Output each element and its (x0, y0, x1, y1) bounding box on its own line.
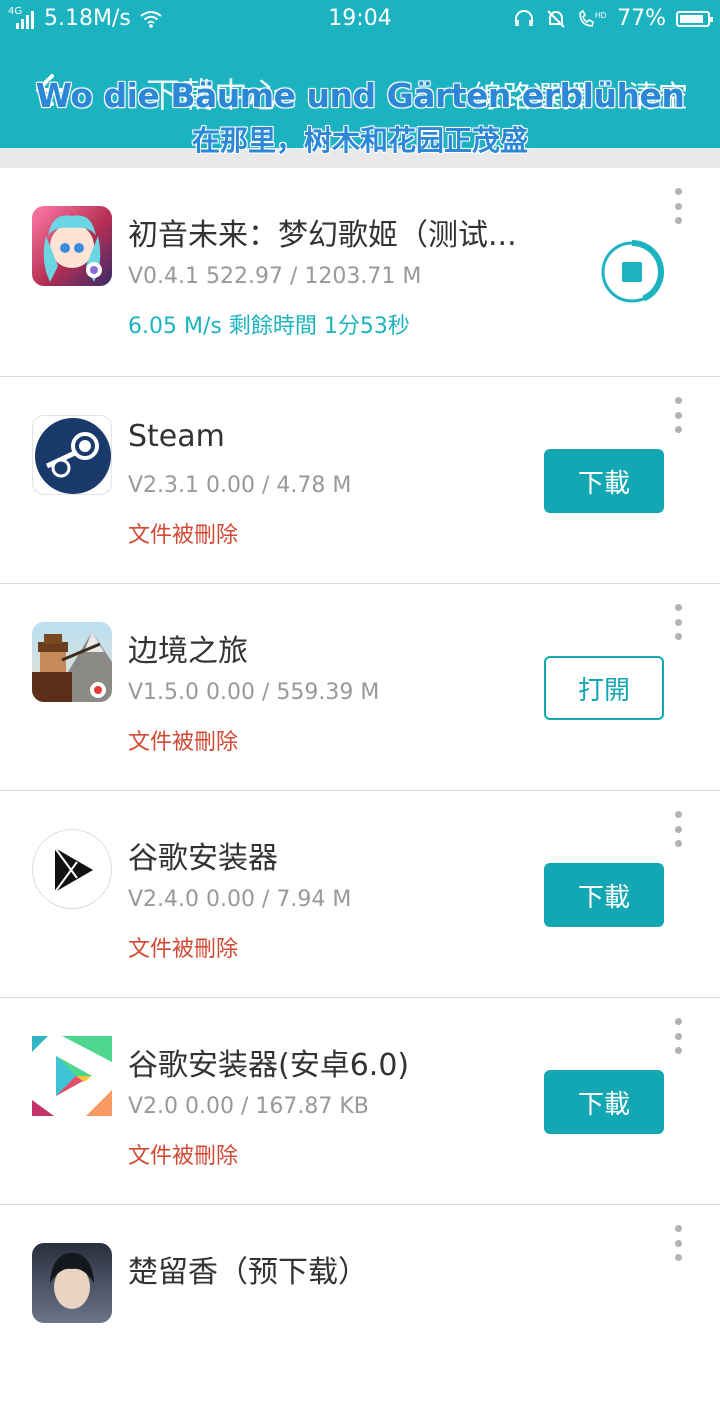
more-options-icon[interactable] (672, 604, 684, 640)
list-item[interactable]: 初音未来：梦幻歌姬（测试... V0.4.1 522.97 / 1203.71 … (0, 168, 720, 377)
open-button[interactable]: 打開 (544, 656, 664, 720)
more-options-icon[interactable] (672, 397, 684, 433)
clear-button[interactable]: 清空 (628, 72, 688, 116)
more-options-icon[interactable] (672, 1018, 684, 1054)
app-name: 谷歌安装器 (128, 841, 278, 876)
list-item[interactable]: Steam V2.3.1 0.00 / 4.78 M 文件被刪除 下載 (0, 377, 720, 584)
bell-muted-icon (547, 9, 565, 28)
app-header: 4G 5.18M/s 19:04 HD 77% 下載中心 線路選擇 清空 (0, 0, 720, 148)
download-button[interactable]: 下載 (544, 449, 664, 513)
more-options-icon[interactable] (672, 188, 684, 224)
more-options-icon[interactable] (672, 811, 684, 847)
svg-text:HD: HD (595, 11, 607, 20)
hatsune-miku-app-icon (32, 206, 112, 286)
file-deleted-status: 文件被刪除 (128, 730, 239, 755)
battery-icon (676, 10, 713, 27)
app-version-size: V2.3.1 0.00 / 4.78 M (128, 473, 352, 498)
app-name: Steam (128, 419, 225, 454)
more-options-icon[interactable] (672, 1225, 684, 1261)
battery-level (680, 14, 704, 23)
app-version-size: V1.5.0 0.00 / 559.39 M (128, 680, 380, 705)
title-bar: 下載中心 線路選擇 清空 (0, 40, 720, 148)
app-name: 楚留香（预下载） (128, 1255, 368, 1290)
file-deleted-status: 文件被刪除 (128, 937, 239, 962)
google-installer-app-icon (32, 829, 112, 909)
download-list: 初音未来：梦幻歌姬（测试... V0.4.1 522.97 / 1203.71 … (0, 168, 720, 1412)
app-version-size: V2.0 0.00 / 167.87 KB (128, 1094, 369, 1119)
app-name: 初音未来：梦幻歌姬（测试... (128, 218, 517, 253)
list-item[interactable]: 谷歌安装器(安卓6.0) V2.0 0.00 / 167.87 KB 文件被刪除… (0, 998, 720, 1205)
battery-percent: 77% (617, 6, 666, 31)
list-item[interactable]: 边境之旅 V1.5.0 0.00 / 559.39 M 文件被刪除 打開 (0, 584, 720, 791)
stop-icon (622, 262, 642, 282)
back-arrow-icon[interactable] (34, 68, 74, 112)
headset-icon (515, 9, 534, 26)
app-version-size: V2.4.0 0.00 / 7.94 M (128, 887, 352, 912)
app-name: 边境之旅 (128, 634, 248, 669)
chu-liu-xiang-app-icon (32, 1243, 112, 1323)
download-button[interactable]: 下載 (544, 1070, 664, 1134)
list-item[interactable]: 楚留香（预下载） (0, 1205, 720, 1412)
header-shadow-band (0, 148, 720, 168)
status-bar: 4G 5.18M/s 19:04 HD 77% (0, 0, 720, 40)
file-deleted-status: 文件被刪除 (128, 523, 239, 548)
download-speed-remaining: 6.05 M/s 剩餘時間 1分53秒 (128, 314, 410, 339)
hd-call-icon: HD (579, 9, 607, 27)
app-version-size: V0.4.1 522.97 / 1203.71 M (128, 264, 422, 289)
google-play-app-icon (32, 1036, 112, 1116)
frontier-journey-app-icon (32, 622, 112, 702)
file-deleted-status: 文件被刪除 (128, 1144, 239, 1169)
app-name: 谷歌安装器(安卓6.0) (128, 1048, 410, 1083)
pause-download-button[interactable] (600, 240, 664, 304)
download-button[interactable]: 下載 (544, 863, 664, 927)
route-select-button[interactable]: 線路選擇 (472, 72, 592, 116)
list-item[interactable]: 谷歌安装器 V2.4.0 0.00 / 7.94 M 文件被刪除 下載 (0, 791, 720, 998)
status-right: HD 77% (513, 6, 713, 31)
steam-app-icon (32, 415, 112, 495)
page-title: 下載中心 (146, 76, 282, 116)
